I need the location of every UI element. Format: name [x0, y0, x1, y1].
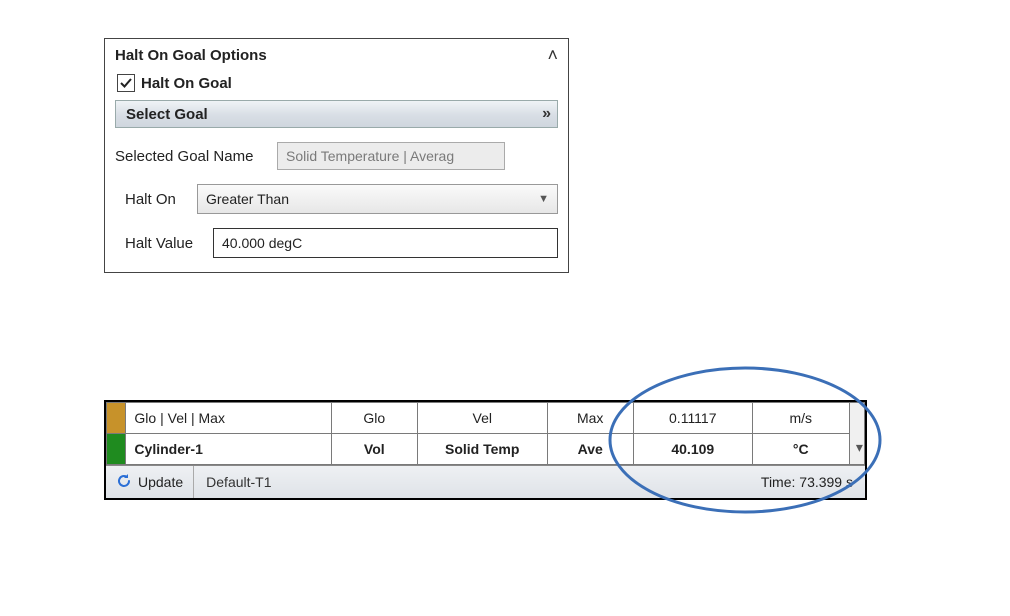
results-grid: Glo | Vel | Max Glo Vel Max 0.11117 m/s … — [106, 402, 865, 465]
row-unit: °C — [752, 434, 849, 465]
update-button[interactable]: Update — [106, 466, 194, 498]
row-color-swatch — [107, 434, 126, 465]
halt-value-text: 40.000 degC — [222, 235, 302, 251]
row-name: Cylinder-1 — [126, 434, 331, 465]
halt-on-goal-checkbox[interactable] — [117, 74, 135, 92]
table-row[interactable]: Cylinder-1 Vol Solid Temp Ave 40.109 °C — [107, 434, 865, 465]
halt-on-goal-label: Halt On Goal — [141, 75, 232, 92]
results-table: Glo | Vel | Max Glo Vel Max 0.11117 m/s … — [104, 400, 867, 500]
halt-value-label: Halt Value — [125, 235, 201, 252]
row-unit: m/s — [752, 403, 849, 434]
panel-title: Halt On Goal Options — [115, 47, 267, 64]
row-scope: Vol — [331, 434, 417, 465]
selected-goal-name-row: Selected Goal Name Solid Temperature | A… — [115, 142, 558, 170]
row-quantity: Vel — [417, 403, 547, 434]
halt-on-label: Halt On — [125, 191, 185, 208]
row-stat: Max — [547, 403, 633, 434]
refresh-icon — [116, 473, 132, 492]
row-quantity: Solid Temp — [417, 434, 547, 465]
chevron-down-icon: ▼ — [538, 193, 549, 205]
select-goal-label: Select Goal — [126, 106, 208, 123]
selected-goal-name-field: Solid Temperature | Averag — [277, 142, 505, 170]
row-name: Glo | Vel | Max — [126, 403, 331, 434]
halt-on-goal-panel: Halt On Goal Options ˄ Halt On Goal Sele… — [104, 38, 569, 273]
row-value: 0.11117 — [633, 403, 752, 434]
halt-value-field[interactable]: 40.000 degC — [213, 228, 558, 258]
table-row[interactable]: Glo | Vel | Max Glo Vel Max 0.11117 m/s … — [107, 403, 865, 434]
time-label: Time: 73.399 s — [749, 474, 865, 490]
halt-on-goal-checkbox-row: Halt On Goal — [117, 74, 558, 92]
halt-on-row: Halt On Greater Than ▼ — [115, 184, 558, 214]
selected-goal-name-label: Selected Goal Name — [115, 148, 265, 165]
panel-header[interactable]: Halt On Goal Options ˄ — [105, 39, 568, 70]
scenario-name: Default-T1 — [194, 474, 749, 490]
halt-value-row: Halt Value 40.000 degC — [115, 228, 558, 258]
chevron-down-icon: ▾ — [856, 439, 858, 456]
panel-body: Halt On Goal Select Goal » Selected Goal… — [105, 70, 568, 272]
update-label: Update — [138, 474, 183, 490]
row-color-swatch — [107, 403, 126, 434]
halt-on-dropdown[interactable]: Greater Than ▼ — [197, 184, 558, 214]
collapse-icon[interactable]: ˄ — [547, 45, 558, 66]
results-footer: Update Default-T1 Time: 73.399 s — [106, 465, 865, 498]
scrollbar[interactable]: ▾ — [849, 403, 864, 465]
row-scope: Glo — [331, 403, 417, 434]
halt-on-value: Greater Than — [206, 191, 289, 207]
row-value: 40.109 — [633, 434, 752, 465]
row-stat: Ave — [547, 434, 633, 465]
select-goal-button[interactable]: Select Goal » — [115, 100, 558, 128]
chevron-double-right-icon: » — [542, 105, 547, 123]
